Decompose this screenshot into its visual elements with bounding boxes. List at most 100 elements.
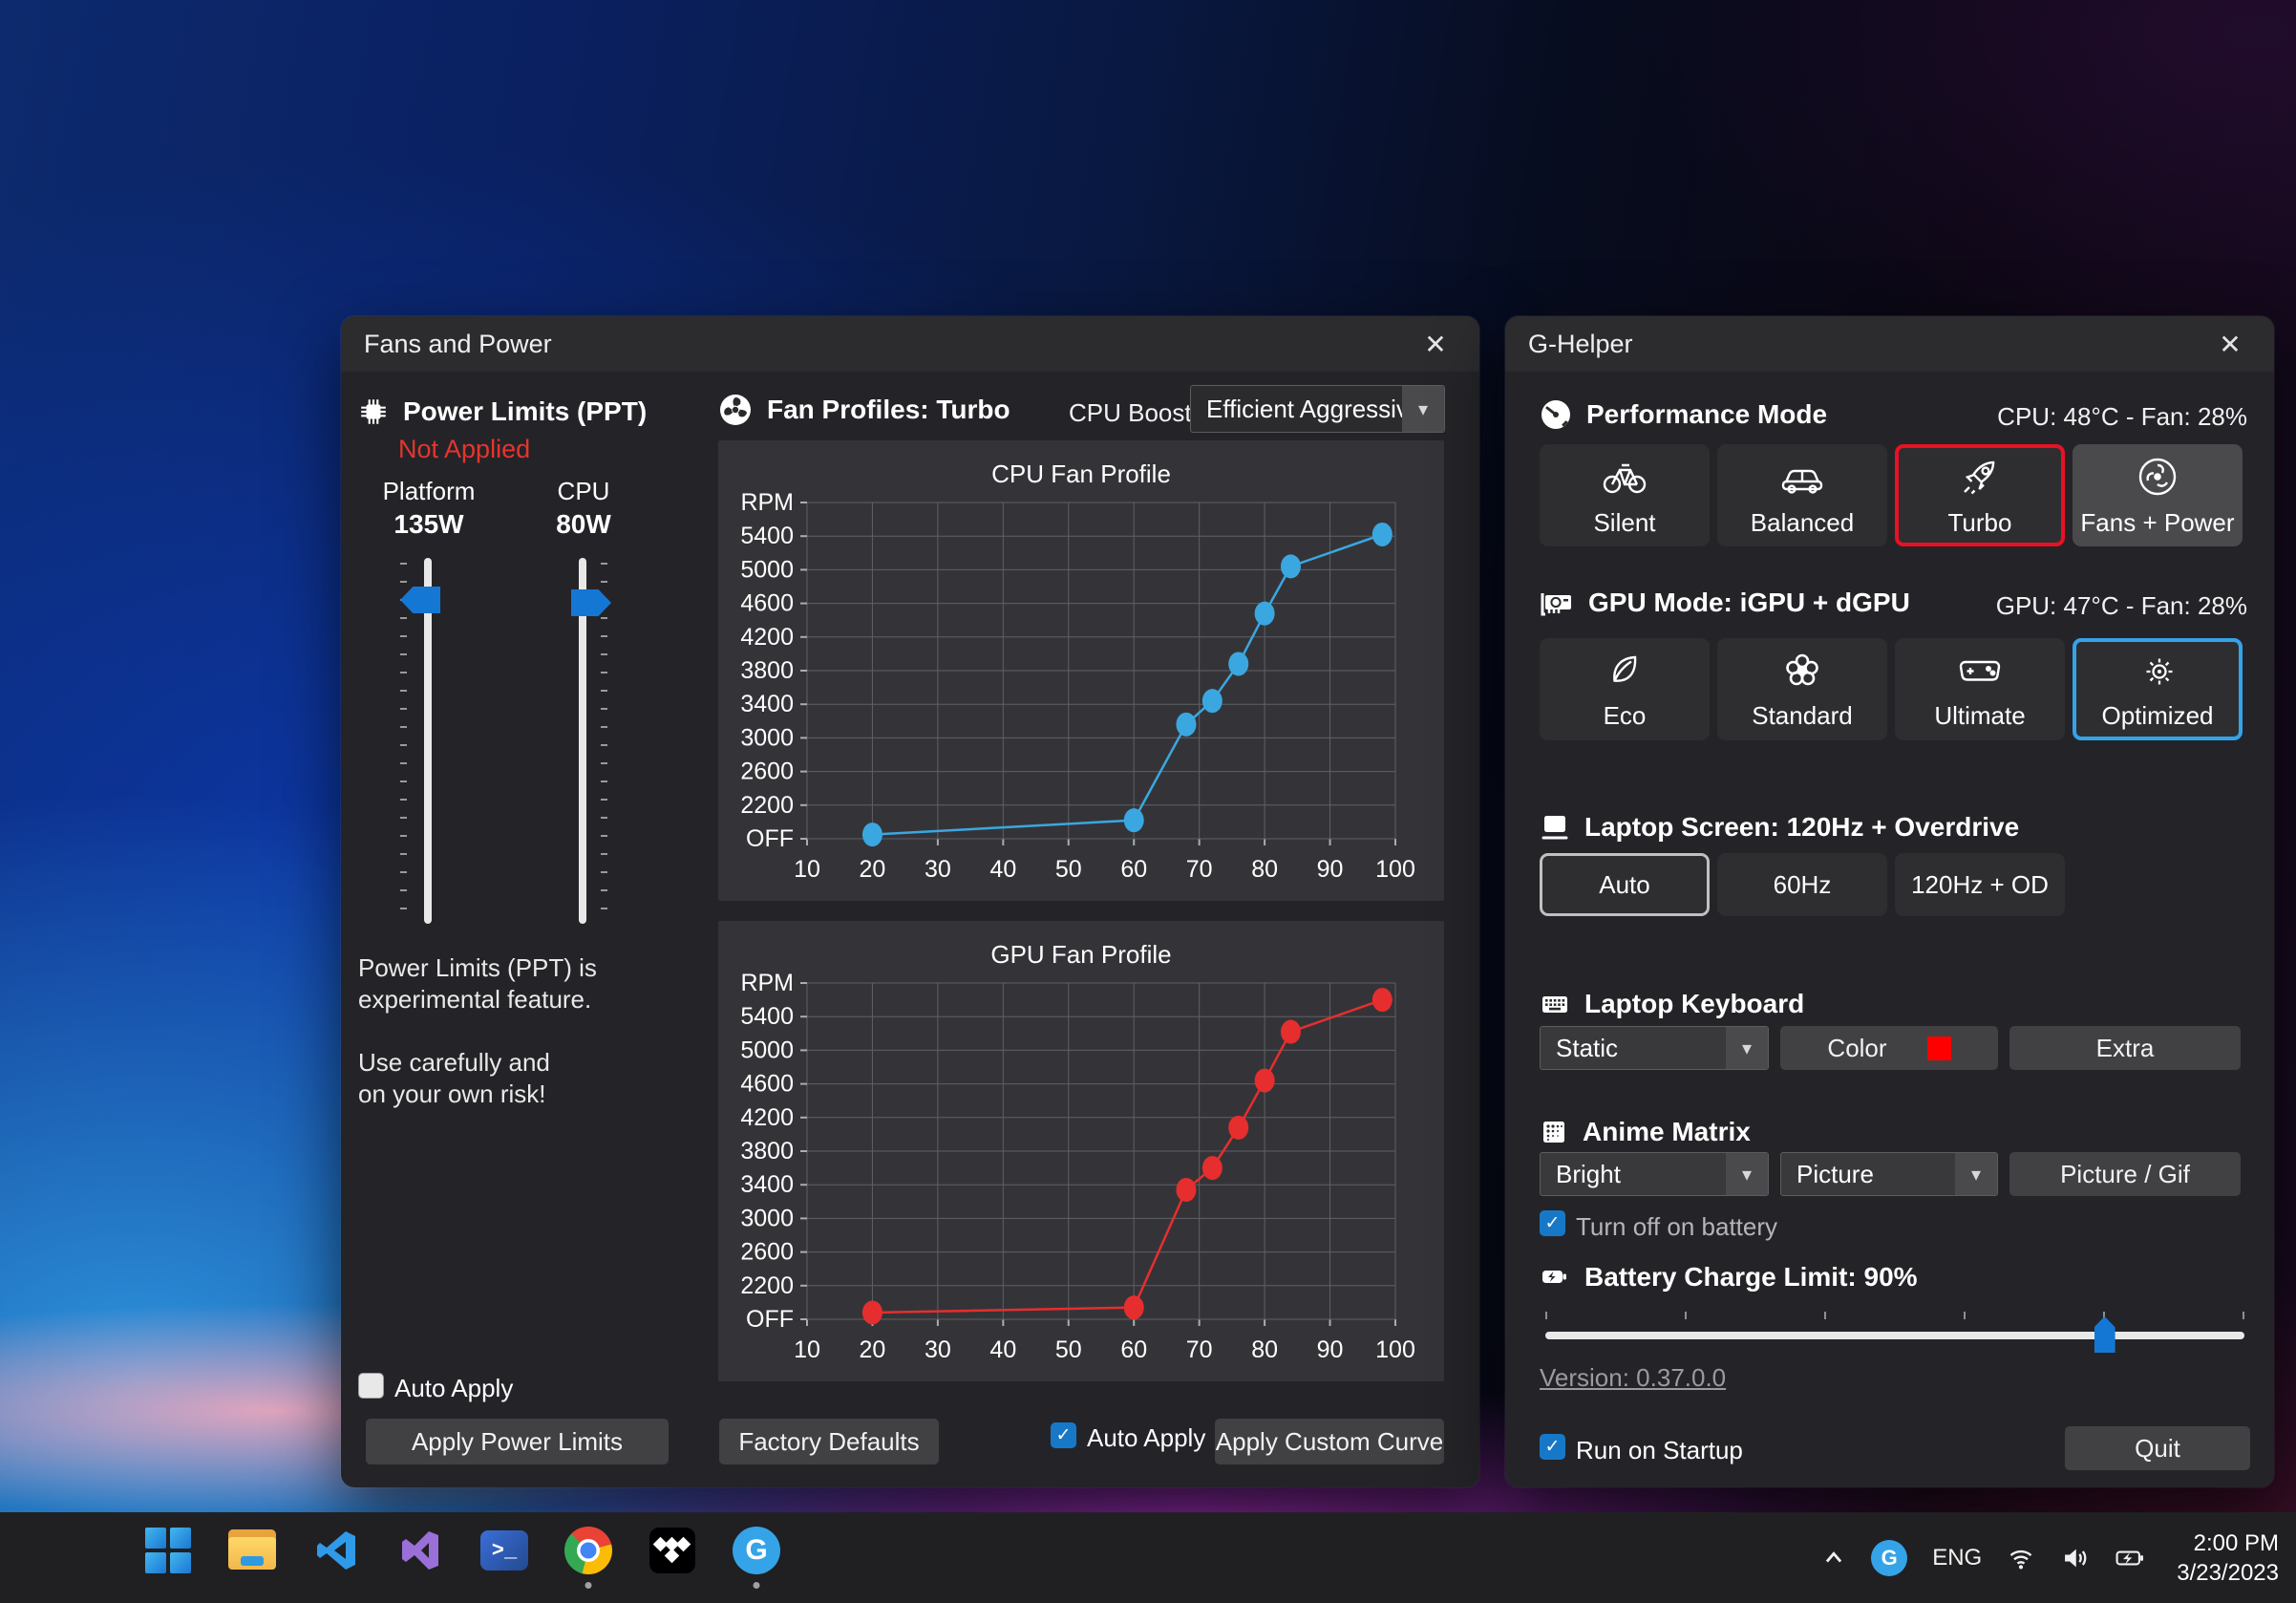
ghelper-title: G-Helper	[1528, 330, 1633, 359]
svg-text:4600: 4600	[740, 1071, 794, 1098]
close-icon[interactable]: ✕	[2209, 323, 2251, 365]
power-limits-status: Not Applied	[398, 435, 530, 464]
file-explorer-icon[interactable]	[227, 1526, 277, 1575]
clock[interactable]: 2:00 PM 3/23/2023	[2177, 1528, 2279, 1588]
ghelper-tray-icon[interactable]: G	[1871, 1540, 1907, 1576]
gpu-fan-chart[interactable]: GPU Fan Profile102030405060708090100OFF2…	[718, 921, 1444, 1381]
quit-button[interactable]: Quit	[2065, 1426, 2250, 1470]
keyboard-color-button[interactable]: Color	[1780, 1026, 1998, 1070]
battery-slider[interactable]	[1545, 1332, 2244, 1339]
battery-slider-handle[interactable]	[2094, 1316, 2115, 1353]
speaker-icon[interactable]	[2060, 1545, 2089, 1571]
speedometer-icon	[1540, 398, 1572, 431]
flower-icon	[1780, 649, 1824, 693]
cpu-boost-dropdown[interactable]: Efficient Aggressive ▾	[1190, 385, 1445, 433]
mode-button-ultimate[interactable]: Ultimate	[1895, 638, 2065, 740]
mode-button-standard[interactable]: Standard	[1717, 638, 1887, 740]
anime-brightness-dropdown[interactable]: Bright ▾	[1540, 1152, 1769, 1196]
system-tray: G ENG 2:00 PM 3/23/2023	[1821, 1512, 2286, 1603]
start-icon[interactable]	[143, 1526, 193, 1575]
factory-defaults-button[interactable]: Factory Defaults	[719, 1419, 939, 1464]
power-limits-note: Power Limits (PPT) is experimental featu…	[358, 952, 692, 1110]
gamepad-icon	[1956, 649, 2004, 693]
svg-text:5400: 5400	[740, 1003, 794, 1030]
svg-text:OFF: OFF	[746, 1306, 794, 1333]
language-indicator[interactable]: ENG	[1932, 1545, 1982, 1571]
apply-custom-curve-button[interactable]: Apply Custom Curve	[1215, 1419, 1444, 1464]
apply-power-limits-button[interactable]: Apply Power Limits	[366, 1419, 669, 1464]
battery-charging-icon[interactable]	[2114, 1545, 2146, 1571]
curve-auto-apply-label: Auto Apply	[1087, 1423, 1205, 1453]
anime-mode-dropdown[interactable]: Picture ▾	[1780, 1152, 1998, 1196]
fans-window-titlebar[interactable]: Fans and Power ✕	[341, 316, 1479, 372]
screen-icon	[1540, 813, 1570, 842]
svg-text:90: 90	[1317, 1336, 1344, 1363]
cpu-fan-chart[interactable]: CPU Fan Profile102030405060708090100OFF2…	[718, 440, 1444, 901]
svg-text:60: 60	[1120, 856, 1147, 883]
mode-button-optimized[interactable]: Optimized	[2073, 638, 2243, 740]
svg-text:4200: 4200	[740, 1104, 794, 1131]
chevron-down-icon[interactable]: ▾	[1726, 1153, 1768, 1195]
chevron-down-icon[interactable]: ▾	[1955, 1153, 1997, 1195]
svg-text:80: 80	[1251, 856, 1278, 883]
fan-icon	[2135, 454, 2180, 500]
tidal-icon[interactable]	[648, 1526, 697, 1575]
screen-button-120hz-od[interactable]: 120Hz + OD	[1895, 853, 2065, 916]
mode-button-eco[interactable]: Eco	[1540, 638, 1710, 740]
svg-text:CPU Fan Profile: CPU Fan Profile	[991, 460, 1171, 488]
rocket-icon	[1957, 454, 2003, 500]
ghelper-titlebar[interactable]: G-Helper ✕	[1505, 316, 2274, 372]
powershell-icon[interactable]: >_	[479, 1526, 529, 1575]
vscode-icon[interactable]	[311, 1526, 361, 1575]
svg-text:2600: 2600	[740, 1239, 794, 1266]
chevron-up-icon[interactable]	[1821, 1546, 1846, 1571]
anime-battery-label: Turn off on battery	[1576, 1212, 1777, 1242]
mode-button-silent[interactable]: Silent	[1540, 444, 1710, 546]
svg-text:OFF: OFF	[746, 825, 794, 852]
svg-text:2200: 2200	[740, 1272, 794, 1299]
anime-brightness-value: Bright	[1541, 1160, 1726, 1189]
svg-text:60: 60	[1120, 1336, 1147, 1363]
svg-text:2600: 2600	[740, 759, 794, 785]
chrome-icon[interactable]	[563, 1526, 613, 1575]
performance-mode-heading: Performance Mode	[1540, 398, 1827, 431]
close-icon[interactable]: ✕	[1414, 323, 1456, 365]
picture-gif-button[interactable]: Picture / Gif	[2009, 1152, 2241, 1196]
svg-text:RPM: RPM	[740, 970, 794, 996]
keyboard-mode-dropdown[interactable]: Static ▾	[1540, 1026, 1769, 1070]
ghelper-taskbar-icon[interactable]: G	[732, 1526, 781, 1575]
svg-text:5000: 5000	[740, 556, 794, 583]
power-auto-apply-checkbox[interactable]	[358, 1373, 384, 1399]
curve-auto-apply-checkbox[interactable]: ✓	[1051, 1422, 1076, 1448]
mode-button-turbo[interactable]: Turbo	[1895, 444, 2065, 546]
svg-text:30: 30	[925, 856, 951, 883]
screen-button-60hz[interactable]: 60Hz	[1717, 853, 1887, 916]
svg-text:20: 20	[860, 856, 886, 883]
svg-text:90: 90	[1317, 856, 1344, 883]
svg-text:RPM: RPM	[740, 489, 794, 516]
running-indicator	[754, 1582, 760, 1589]
chevron-down-icon[interactable]: ▾	[1726, 1027, 1768, 1069]
chip-icon	[358, 396, 389, 427]
svg-text:3400: 3400	[740, 691, 794, 717]
svg-text:80: 80	[1251, 1336, 1278, 1363]
power-limits-heading: Power Limits (PPT)	[358, 396, 647, 427]
chevron-down-icon[interactable]: ▾	[1402, 386, 1444, 432]
fan-icon	[718, 393, 753, 427]
mode-button-balanced[interactable]: Balanced	[1717, 444, 1887, 546]
visual-studio-icon[interactable]	[395, 1526, 445, 1575]
svg-text:4600: 4600	[740, 590, 794, 617]
svg-text:10: 10	[794, 856, 820, 883]
power-auto-apply-label: Auto Apply	[394, 1374, 513, 1403]
anime-battery-checkbox[interactable]: ✓	[1540, 1210, 1565, 1236]
version-link[interactable]: Version: 0.37.0.0	[1540, 1363, 1726, 1393]
svg-text:30: 30	[925, 1336, 951, 1363]
screen-button-auto[interactable]: Auto	[1540, 853, 1710, 916]
keyboard-extra-button[interactable]: Extra	[2009, 1026, 2241, 1070]
mode-button-fans-power[interactable]: Fans + Power	[2073, 444, 2243, 546]
anime-matrix-heading: Anime Matrix	[1540, 1117, 1751, 1147]
wifi-icon[interactable]	[2007, 1545, 2035, 1571]
desktop: Fans and Power ✕ Power Limits (PPT) Not …	[0, 0, 2296, 1603]
taskbar: >_ G G ENG	[0, 1512, 2296, 1603]
run-on-startup-checkbox[interactable]: ✓	[1540, 1434, 1565, 1460]
